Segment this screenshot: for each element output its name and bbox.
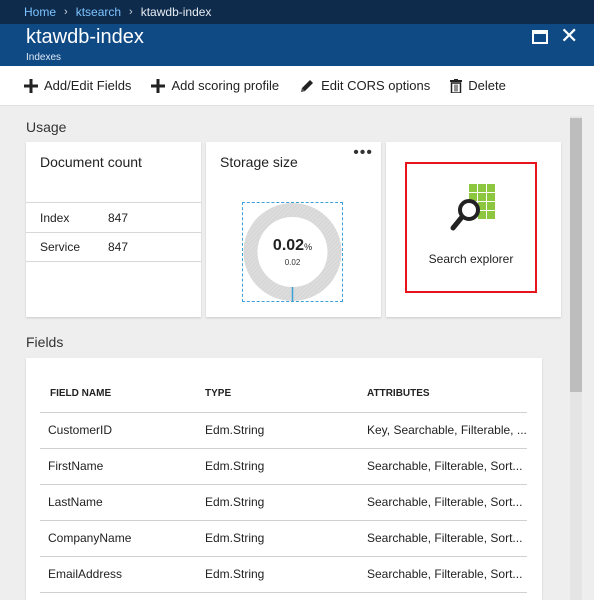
search-explorer-button[interactable]: Search explorer <box>405 162 537 293</box>
breadcrumb-home[interactable]: Home <box>24 5 56 19</box>
storage-size-tile[interactable]: Storage size ••• 0.02% 0.02 <box>206 142 381 317</box>
field-name-cell: EmailAddress <box>40 556 205 593</box>
more-options-icon[interactable]: ••• <box>353 144 373 162</box>
page-subtitle: Indexes <box>26 52 62 63</box>
storage-percent: 0.02% <box>243 237 342 255</box>
search-explorer-label: Search explorer <box>428 252 514 266</box>
storage-percent-unit: % <box>304 242 313 252</box>
blade-header: ktawdb-index Indexes ✕ <box>0 24 594 66</box>
table-row[interactable]: FirstName Edm.String Searchable, Filtera… <box>40 448 527 485</box>
usage-heading: Usage <box>26 119 67 135</box>
breadcrumb: Home › ktsearch › ktawdb-index <box>0 0 594 24</box>
fields-card: FIELD NAME TYPE ATTRIBUTES CustomerID Ed… <box>26 358 542 600</box>
column-header-field-name[interactable]: FIELD NAME <box>40 376 205 413</box>
storage-percent-value: 0.02 <box>272 237 305 254</box>
row-value: 847 <box>108 240 129 254</box>
field-name-cell: LastName <box>40 484 205 521</box>
field-type-cell: Edm.String <box>205 412 367 449</box>
page-title: ktawdb-index <box>26 26 144 48</box>
field-type-cell: Edm.String <box>205 556 367 593</box>
field-attributes-cell: Searchable, Filterable, Sort... <box>367 556 527 593</box>
storage-size-title: Storage size <box>220 154 298 170</box>
edit-cors-button[interactable]: Edit CORS options <box>299 78 430 94</box>
field-attributes-cell: Searchable, Filterable, Sort... <box>367 520 527 557</box>
delete-label: Delete <box>468 78 506 93</box>
plus-icon <box>24 78 38 93</box>
field-type-cell: Edm.String <box>205 484 367 521</box>
field-name-cell: FirstName <box>40 448 205 485</box>
table-row[interactable]: CompanyName Edm.String Searchable, Filte… <box>40 520 527 557</box>
plus-icon <box>151 78 166 93</box>
fields-table: FIELD NAME TYPE ATTRIBUTES CustomerID Ed… <box>40 376 527 593</box>
pencil-icon <box>299 78 315 94</box>
add-scoring-profile-button[interactable]: Add scoring profile <box>151 78 279 93</box>
search-explorer-icon <box>447 184 507 241</box>
field-type-cell: Edm.String <box>205 520 367 557</box>
breadcrumb-current: ktawdb-index <box>140 5 212 19</box>
delete-button[interactable]: Delete <box>450 78 506 93</box>
document-count-tile[interactable]: Document count Index 847 Service 847 <box>26 142 201 317</box>
chevron-right-icon: › <box>64 6 68 18</box>
breadcrumb-ktsearch[interactable]: ktsearch <box>76 5 121 19</box>
table-row[interactable]: LastName Edm.String Searchable, Filterab… <box>40 484 527 521</box>
row-value: 847 <box>108 210 129 225</box>
chevron-right-icon: › <box>129 6 133 18</box>
close-icon[interactable]: ✕ <box>560 24 578 48</box>
row-label: Service <box>40 240 81 254</box>
field-name-cell: CustomerID <box>40 412 205 449</box>
fields-heading: Fields <box>26 334 64 350</box>
command-bar: Add/Edit Fields Add scoring profile Edit… <box>0 66 594 106</box>
column-header-attributes[interactable]: ATTRIBUTES <box>367 376 527 413</box>
table-header-row: FIELD NAME TYPE ATTRIBUTES <box>40 376 527 413</box>
row-label: Index <box>40 210 70 225</box>
field-attributes-cell: Key, Searchable, Filterable, ... <box>367 412 527 449</box>
maximize-icon[interactable] <box>532 30 548 44</box>
add-edit-fields-label: Add/Edit Fields <box>44 78 132 93</box>
document-count-row: Service 847 <box>26 232 201 262</box>
column-header-type[interactable]: TYPE <box>205 376 367 413</box>
add-scoring-profile-label: Add scoring profile <box>171 78 280 93</box>
table-row[interactable]: EmailAddress Edm.String Searchable, Filt… <box>40 556 527 593</box>
storage-donut-chart: 0.02% 0.02 <box>242 202 343 302</box>
storage-value: 0.02 <box>284 258 301 267</box>
field-attributes-cell: Searchable, Filterable, Sort... <box>367 484 527 521</box>
table-row[interactable]: CustomerID Edm.String Key, Searchable, F… <box>40 412 527 449</box>
document-count-title: Document count <box>40 154 142 170</box>
edit-cors-label: Edit CORS options <box>321 78 431 93</box>
document-count-row: Index 847 <box>26 202 201 232</box>
scrollbar-thumb[interactable] <box>570 118 582 392</box>
field-name-cell: CompanyName <box>40 520 205 557</box>
add-edit-fields-button[interactable]: Add/Edit Fields <box>24 78 131 93</box>
document-count-table: Index 847 Service 847 <box>26 202 201 262</box>
trash-icon <box>450 78 463 93</box>
field-type-cell: Edm.String <box>205 448 367 485</box>
field-attributes-cell: Searchable, Filterable, Sort... <box>367 448 527 485</box>
